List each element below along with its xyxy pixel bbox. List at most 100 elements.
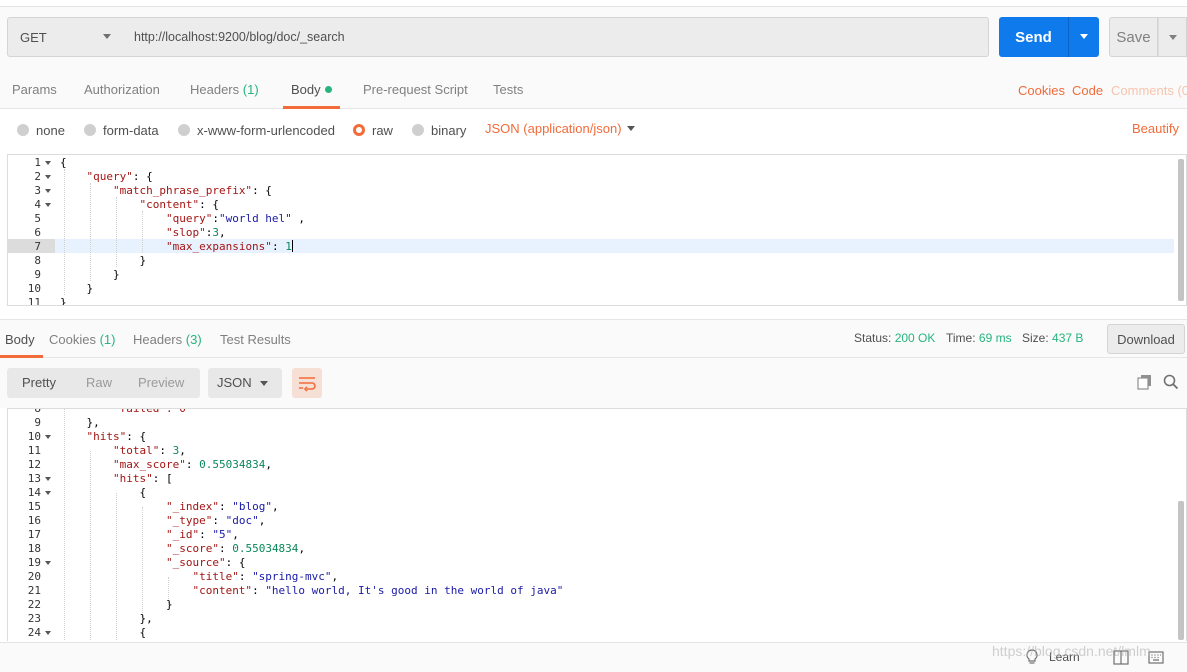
code-token: "_score" xyxy=(165,542,219,555)
tab-pre-request-script[interactable]: Pre-request Script xyxy=(363,68,468,109)
code-token: "_type" xyxy=(165,514,213,527)
code-text: "content": { xyxy=(60,198,219,212)
tab-response-cookies[interactable]: Cookies (1) xyxy=(49,320,115,358)
code-token: "match_phrase_prefix" xyxy=(112,184,253,197)
pretty-button[interactable]: Pretty xyxy=(22,368,56,398)
line-number: 21 xyxy=(27,584,41,597)
code-token: : [ xyxy=(152,472,173,485)
tab-params[interactable]: Params xyxy=(12,68,57,109)
download-button[interactable]: Download xyxy=(1107,324,1185,354)
code-token: : xyxy=(271,240,286,253)
response-code-line: 19 "_source": { xyxy=(8,556,1186,570)
preview-button[interactable]: Preview xyxy=(138,368,184,398)
code-token: { xyxy=(139,486,147,499)
request-editor-scrollbar[interactable] xyxy=(1178,159,1184,301)
response-code-line: 22 } xyxy=(8,598,1186,612)
send-options-button[interactable] xyxy=(1068,17,1099,57)
line-number: 1 xyxy=(34,156,41,169)
request-code-line[interactable]: 3 "match_phrase_prefix": { xyxy=(8,184,1186,198)
request-code-line[interactable]: 8 } xyxy=(8,254,1186,268)
code-token: , xyxy=(179,444,186,457)
code-token: : { xyxy=(225,556,246,569)
code-token: : xyxy=(199,528,213,541)
method-select[interactable]: GET xyxy=(7,17,124,57)
code-token: { xyxy=(60,156,67,169)
code-text: "slop":3, xyxy=(60,226,226,240)
code-token: "world hel" xyxy=(218,212,292,225)
save-button[interactable]: Save xyxy=(1109,17,1158,57)
content-type-select[interactable]: JSON (application/json) xyxy=(485,121,622,136)
code-token: "_id" xyxy=(165,528,200,541)
time-info: Time: 69 ms xyxy=(946,320,1012,356)
code-link[interactable]: Code xyxy=(1072,68,1103,109)
fold-toggle-icon[interactable] xyxy=(45,435,51,439)
tab-tests[interactable]: Tests xyxy=(493,68,523,109)
radio-form-data[interactable]: form-data xyxy=(84,120,159,140)
request-code-line[interactable]: 2 "query": { xyxy=(8,170,1186,184)
radio-raw[interactable]: raw xyxy=(353,120,393,140)
code-text: "query": { xyxy=(60,170,153,184)
request-code-line[interactable]: 1{ xyxy=(8,156,1186,170)
chevron-down-icon xyxy=(1080,34,1088,39)
tab-response-headers[interactable]: Headers (3) xyxy=(133,320,202,358)
tab-headers[interactable]: Headers (1) xyxy=(190,68,259,109)
code-token: } xyxy=(60,296,67,306)
save-options-button[interactable] xyxy=(1158,17,1187,57)
search-icon[interactable] xyxy=(1163,374,1179,393)
tab-response-body[interactable]: Body xyxy=(0,320,43,358)
tab-body[interactable]: Body xyxy=(283,68,340,109)
response-code-line: 9 }, xyxy=(8,416,1186,430)
request-code-line[interactable]: 10 } xyxy=(8,282,1186,296)
request-code-line[interactable]: 7 "max_expansions": 1 xyxy=(8,240,1186,254)
code-token: 3 xyxy=(212,226,219,239)
top-strip xyxy=(0,0,1187,7)
request-code-line[interactable]: 9 } xyxy=(8,268,1186,282)
line-number: 9 xyxy=(34,268,41,281)
fold-toggle-icon[interactable] xyxy=(45,161,51,165)
chevron-down-icon xyxy=(627,126,635,131)
line-number: 4 xyxy=(34,198,41,211)
line-number: 23 xyxy=(27,612,41,625)
fold-toggle-icon[interactable] xyxy=(45,561,51,565)
raw-button[interactable]: Raw xyxy=(86,368,112,398)
fold-toggle-icon[interactable] xyxy=(45,477,51,481)
radio-urlencoded[interactable]: x-www-form-urlencoded xyxy=(178,120,335,140)
code-text: } xyxy=(60,254,146,268)
request-code-line[interactable]: 4 "content": { xyxy=(8,198,1186,212)
tab-response-headers-count: (3) xyxy=(185,332,202,347)
radio-none[interactable]: none xyxy=(17,120,65,140)
code-token: , xyxy=(298,542,306,555)
size-label: Size: xyxy=(1022,331,1049,345)
cookies-link[interactable]: Cookies xyxy=(1018,68,1065,109)
tab-test-results[interactable]: Test Results xyxy=(220,320,291,358)
response-code-line: 12 "max_score": 0.55034834, xyxy=(8,458,1186,472)
fold-toggle-icon[interactable] xyxy=(45,491,51,495)
request-code-line[interactable]: 6 "slop":3, xyxy=(8,226,1186,240)
format-select[interactable]: JSON xyxy=(208,368,282,398)
request-code-line[interactable]: 5 "query":"world hel" , xyxy=(8,212,1186,226)
watermark-text: https://blog.csdn.net/lmlm xyxy=(992,643,1151,659)
comments-link[interactable]: Comments (0) xyxy=(1111,68,1187,109)
radio-binary[interactable]: binary xyxy=(412,120,466,140)
code-token: "max_score" xyxy=(112,458,186,471)
beautify-button[interactable]: Beautify xyxy=(1132,121,1179,136)
code-text: "_index": "blog", xyxy=(60,500,279,514)
response-scrollbar[interactable] xyxy=(1178,501,1184,640)
fold-toggle-icon[interactable] xyxy=(45,631,51,635)
copy-icon[interactable] xyxy=(1137,374,1153,393)
fold-toggle-icon[interactable] xyxy=(45,203,51,207)
wrap-lines-button[interactable] xyxy=(292,368,322,398)
code-token: : { xyxy=(199,198,219,211)
fold-toggle-icon[interactable] xyxy=(45,175,51,179)
code-token: : xyxy=(218,500,233,513)
request-code-line[interactable]: 11} xyxy=(8,296,1186,306)
response-body-viewer[interactable]: 8 "failed": 09 }, 10 "hits": {11 "total":… xyxy=(7,408,1187,641)
url-input[interactable]: http://localhost:9200/blog/doc/_search xyxy=(123,17,989,57)
size-info: Size: 437 B xyxy=(1022,320,1083,356)
tab-authorization[interactable]: Authorization xyxy=(84,68,160,109)
code-token: "title" xyxy=(192,570,239,583)
send-button[interactable]: Send xyxy=(999,17,1068,57)
request-body-editor[interactable]: 1{2 "query": {3 "match_phrase_prefix": {… xyxy=(7,154,1187,306)
line-number: 13 xyxy=(27,472,41,485)
fold-toggle-icon[interactable] xyxy=(45,189,51,193)
